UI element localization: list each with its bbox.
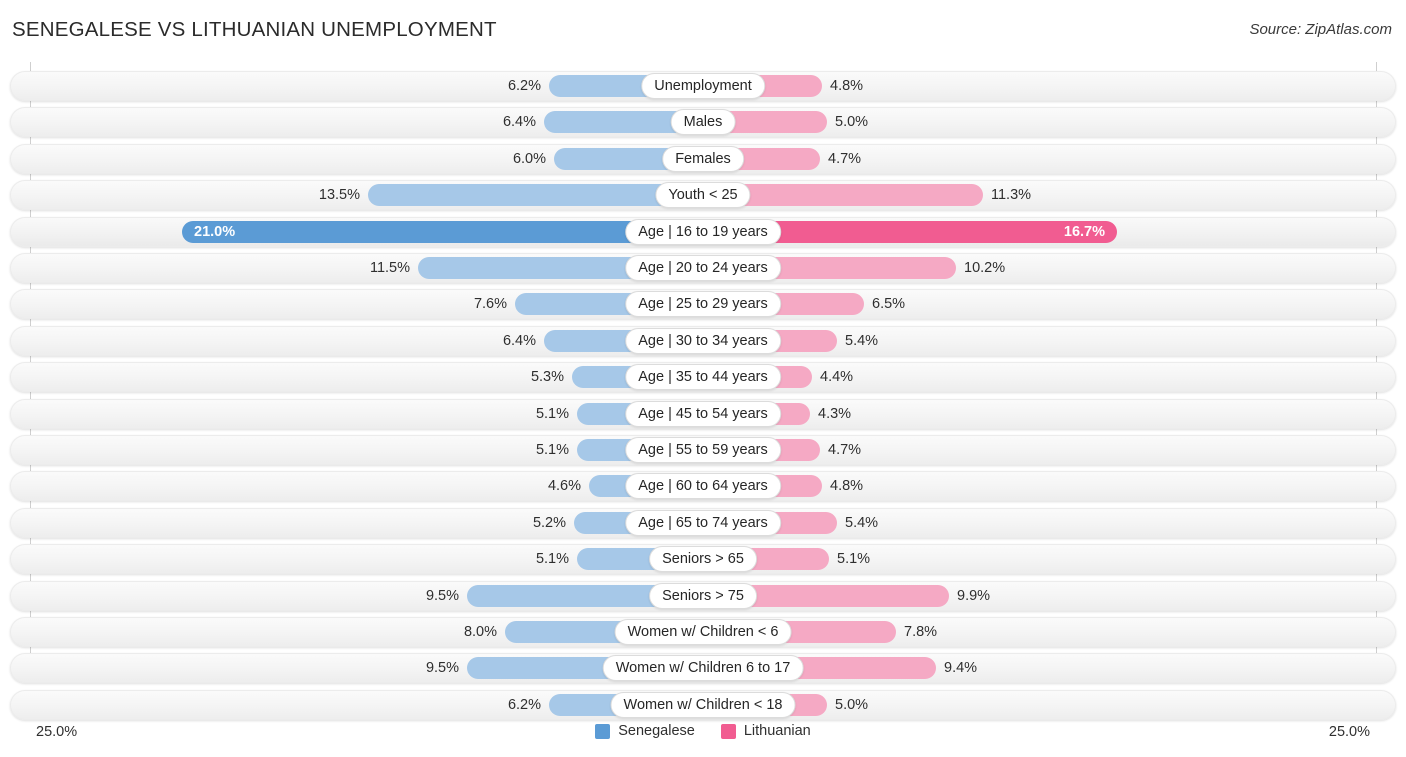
value-label-lithuanian: 4.7% bbox=[828, 442, 862, 458]
value-label-lithuanian: 7.8% bbox=[904, 624, 938, 640]
chart-row: 13.5% 11.3% Youth < 25 bbox=[10, 180, 1396, 211]
category-label: Age | 65 to 74 years bbox=[625, 509, 781, 536]
value-label-senegalese: 5.1% bbox=[535, 442, 569, 458]
value-label-lithuanian: 4.8% bbox=[830, 478, 864, 495]
value-label-senegalese: 6.4% bbox=[502, 332, 536, 349]
category-label: Seniors > 75 bbox=[649, 582, 757, 609]
category-label: Women w/ Children < 18 bbox=[610, 691, 796, 718]
value-label-senegalese: 9.5% bbox=[425, 660, 459, 677]
chart-row: 5.3% 4.4% Age | 35 to 44 years bbox=[10, 362, 1396, 393]
category-label: Females bbox=[662, 145, 744, 172]
value-label-lithuanian: 9.9% bbox=[957, 587, 991, 604]
chart-row: 5.1% 4.7% Age | 55 to 59 years bbox=[10, 435, 1396, 465]
value-label-lithuanian: 10.2% bbox=[964, 260, 1006, 276]
legend-item: Senegalese bbox=[595, 723, 695, 739]
value-label-senegalese: 6.4% bbox=[502, 114, 536, 131]
value-label-lithuanian: 11.3% bbox=[991, 187, 1032, 204]
value-label-senegalese: 4.6% bbox=[547, 478, 581, 495]
chart-row: 5.1% 4.3% Age | 45 to 54 years bbox=[10, 398, 1396, 429]
legend-label: Lithuanian bbox=[743, 723, 811, 739]
category-label: Age | 25 to 29 years bbox=[625, 291, 781, 318]
chart-row: 6.4% 5.0% Males bbox=[10, 107, 1396, 138]
chart-row: 6.2% 4.8% Unemployment bbox=[10, 71, 1396, 101]
chart-row: 6.0% 4.7% Females bbox=[10, 143, 1396, 174]
value-label-senegalese: 6.2% bbox=[507, 696, 541, 713]
chart-row: 6.2% 5.0% Women w/ Children < 18 bbox=[10, 689, 1396, 720]
value-label-senegalese: 5.3% bbox=[530, 369, 564, 386]
category-label: Age | 35 to 44 years bbox=[625, 364, 781, 391]
chart-row: 5.1% 5.1% Seniors > 65 bbox=[10, 544, 1396, 575]
legend-swatch-icon bbox=[720, 723, 736, 739]
category-label: Unemployment bbox=[641, 73, 765, 99]
value-label-senegalese: 5.2% bbox=[532, 514, 566, 531]
category-label: Age | 30 to 34 years bbox=[625, 327, 781, 354]
chart-row: 9.5% 9.4% Women w/ Children 6 to 17 bbox=[10, 653, 1396, 684]
chart-page: SENEGALESE VS LITHUANIAN UNEMPLOYMENT So… bbox=[0, 0, 1406, 757]
chart-row: 8.0% 7.8% Women w/ Children < 6 bbox=[10, 617, 1396, 647]
chart-row: 11.5% 10.2% Age | 20 to 24 years bbox=[10, 253, 1396, 283]
chart-row: 6.4% 5.4% Age | 30 to 34 years bbox=[10, 325, 1396, 356]
value-label-senegalese: 5.1% bbox=[535, 551, 569, 568]
source-attribution: Source: ZipAtlas.com bbox=[1249, 21, 1392, 38]
value-label-senegalese: 11.5% bbox=[369, 260, 410, 276]
value-label-lithuanian: 4.3% bbox=[818, 405, 852, 422]
category-label: Age | 16 to 19 years bbox=[625, 218, 781, 245]
value-label-lithuanian: 5.0% bbox=[835, 696, 869, 713]
legend-item: Lithuanian bbox=[720, 723, 811, 739]
chart-row: 5.2% 5.4% Age | 65 to 74 years bbox=[10, 507, 1396, 538]
category-label: Age | 60 to 64 years bbox=[625, 473, 781, 500]
chart-footer: 25.0% 25.0% Senegalese Lithuanian bbox=[0, 718, 1406, 757]
chart-row: 21.0% 16.7% Age | 16 to 19 years bbox=[10, 216, 1396, 247]
category-label: Males bbox=[670, 109, 736, 136]
chart-plot-area: 6.2% 4.8% Unemployment 6.4% 5.0% Males 6.0% 4.7… bbox=[0, 62, 1406, 720]
value-label-lithuanian: 5.4% bbox=[845, 332, 879, 349]
category-label: Youth < 25 bbox=[655, 182, 751, 209]
value-label-senegalese: 7.6% bbox=[473, 296, 507, 313]
category-label: Seniors > 65 bbox=[649, 546, 757, 573]
bar-senegalese bbox=[368, 184, 703, 207]
category-label: Women w/ Children < 6 bbox=[614, 619, 792, 645]
value-label-lithuanian: 4.8% bbox=[830, 78, 864, 94]
category-label: Women w/ Children 6 to 17 bbox=[602, 655, 804, 682]
value-label-senegalese: 6.2% bbox=[507, 78, 541, 94]
value-label-senegalese: 5.1% bbox=[535, 405, 569, 422]
value-label-lithuanian: 5.1% bbox=[837, 551, 871, 568]
page-title: SENEGALESE VS LITHUANIAN UNEMPLOYMENT bbox=[12, 18, 497, 41]
category-label: Age | 20 to 24 years bbox=[625, 255, 781, 281]
legend-label: Senegalese bbox=[618, 723, 695, 739]
category-label: Age | 45 to 54 years bbox=[625, 400, 781, 427]
value-label-lithuanian: 4.7% bbox=[828, 150, 862, 167]
chart-row: 7.6% 6.5% Age | 25 to 29 years bbox=[10, 289, 1396, 320]
value-label-senegalese: 21.0% bbox=[194, 223, 236, 240]
value-label-lithuanian: 5.4% bbox=[845, 514, 879, 531]
value-label-lithuanian: 9.4% bbox=[944, 660, 978, 677]
value-label-senegalese: 8.0% bbox=[463, 624, 497, 640]
chart-row: 4.6% 4.8% Age | 60 to 64 years bbox=[10, 471, 1396, 502]
value-label-lithuanian: 5.0% bbox=[835, 114, 869, 131]
value-label-lithuanian: 16.7% bbox=[1063, 223, 1105, 240]
value-label-lithuanian: 6.5% bbox=[872, 296, 906, 313]
category-label: Age | 55 to 59 years bbox=[625, 437, 781, 463]
chart-row: 9.5% 9.9% Seniors > 75 bbox=[10, 580, 1396, 611]
value-label-senegalese: 13.5% bbox=[318, 187, 360, 204]
value-label-lithuanian: 4.4% bbox=[820, 369, 854, 386]
value-label-senegalese: 6.0% bbox=[512, 150, 546, 167]
chart-legend: Senegalese Lithuanian bbox=[0, 723, 1406, 739]
value-label-senegalese: 9.5% bbox=[425, 587, 459, 604]
legend-swatch-icon bbox=[595, 723, 611, 739]
